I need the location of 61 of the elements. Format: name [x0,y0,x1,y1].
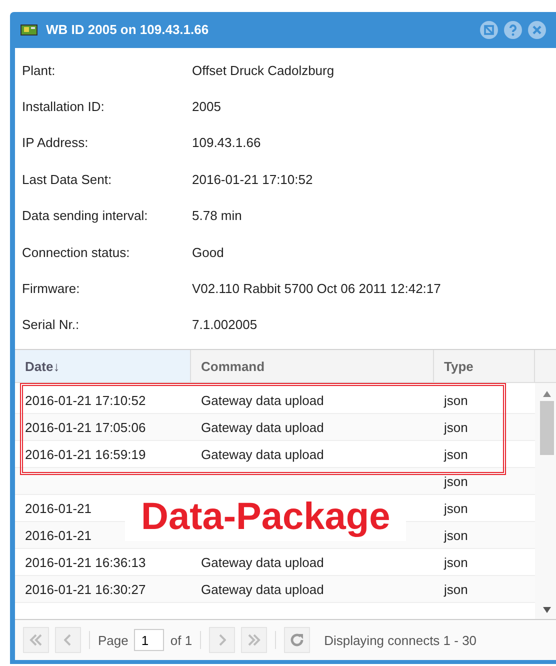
last-page-button[interactable] [241,627,268,653]
table-cell: Gateway data upload [201,582,324,596]
field-label: Firmware: [22,280,81,296]
field-label: Data sending interval: [22,208,149,224]
window-title: WB ID 2005 on 109.43.1.66 [46,22,210,38]
scroll-down-icon[interactable] [542,607,550,613]
field-value: 2016-01-21 17:10:52 [192,172,313,187]
table-cell: json [444,474,468,488]
field-value: Good [192,244,224,260]
minimize-icon[interactable] [480,20,498,39]
help-icon[interactable] [504,20,522,39]
table-cell: 2016-01-21 17:10:52 [25,392,146,408]
previous-page-button[interactable] [55,627,81,653]
field-label: Connection status: [22,244,131,260]
page-count: of 1 [170,632,192,648]
double-chevron-right-icon [247,633,262,647]
page-input[interactable]: 1 [134,629,164,651]
field-value: 109.43.1.66 [192,135,261,150]
table-cell: 2016-01-21 16:30:27 [25,582,146,596]
table-cell: Gateway data upload [201,392,324,408]
field-label: IP Address: [22,135,90,150]
field-value: 7.1.002005 [192,317,258,332]
field-label: Last Data Sent: [22,172,113,187]
table-cell: json [444,554,468,570]
close-icon[interactable] [528,20,546,39]
field-value: V02.110 Rabbit 5700 Oct 06 2011 12:42:17 [192,280,441,296]
chevron-right-icon [218,633,226,647]
column-header[interactable]: Date↓ [15,350,191,382]
field-value: Offset Druck Cadolzburg [192,62,334,78]
table-cell: 2016-01-21 17:05:06 [25,420,146,434]
next-page-button[interactable] [209,627,236,653]
table-cell: json [444,420,468,434]
table-cell: json [444,528,468,542]
chevron-left-icon [64,633,72,647]
scrollbar[interactable] [535,383,556,619]
table-cell: Gateway data upload [201,420,324,434]
field-value: 2005 [192,98,221,114]
table-cell: json [444,500,468,516]
first-page-button[interactable] [23,627,49,653]
column-header[interactable]: Command [191,350,434,382]
field-label: Serial Nr.: [22,317,80,332]
field-label: Plant: [22,62,56,78]
field-value: 5.78 min [192,208,242,224]
field-label: Installation ID: [22,98,106,114]
double-chevron-left-icon [29,633,43,647]
table-cell: 2016-01-21 16:59:19 [25,446,146,462]
table-cell: 2016-01-21 [25,528,92,542]
table-cell: json [444,446,468,462]
refresh-button[interactable] [284,627,310,653]
table-cell: 2016-01-21 [25,500,92,516]
scroll-up-icon[interactable] [542,391,550,397]
column-header[interactable]: Type [434,350,535,382]
scrollbar-thumb[interactable] [540,401,554,455]
table-cell: json [444,392,468,408]
table-cell: Gateway data upload [201,554,324,570]
table-cell: 2016-01-21 16:36:13 [25,554,146,570]
table-cell: json [444,582,468,596]
table-cell: Gateway data upload [201,446,324,462]
circuit-board-icon [20,24,38,36]
page-label: Page [98,632,128,648]
paging-status: Displaying connects 1 - 30 [324,632,477,648]
